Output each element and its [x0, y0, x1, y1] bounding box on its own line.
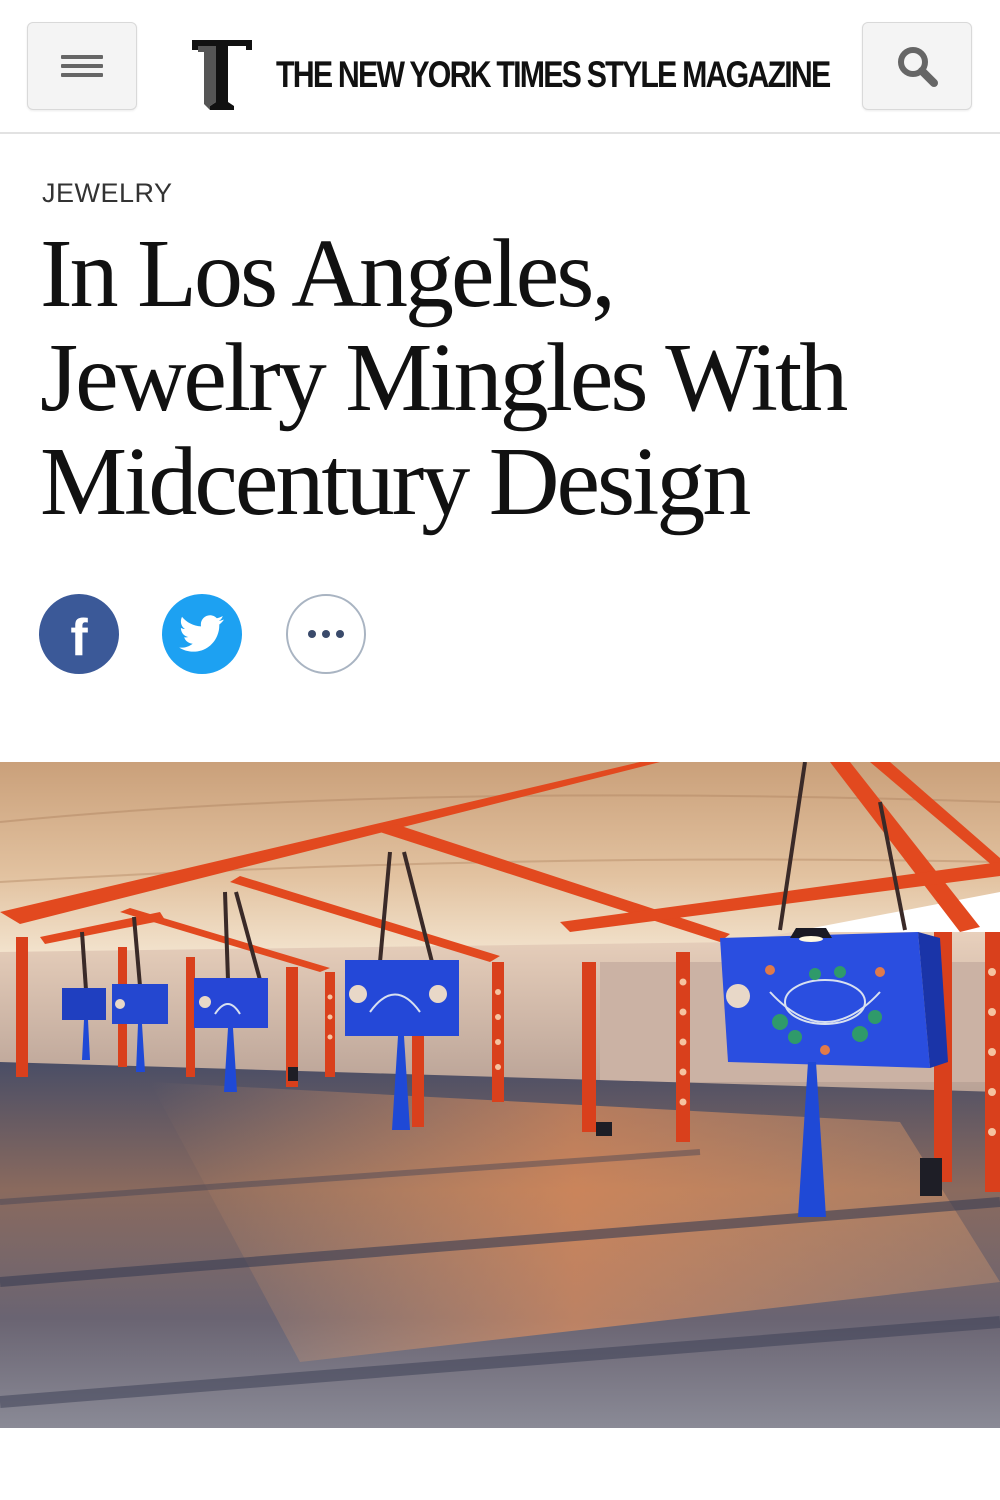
menu-button[interactable] — [27, 22, 137, 110]
section-kicker[interactable]: JEWELRY — [42, 178, 173, 209]
site-header: THE NEW YORK TIMES STYLE MAGAZINE — [0, 0, 1000, 134]
search-button[interactable] — [862, 22, 972, 110]
t-logo-icon[interactable] — [188, 34, 256, 112]
facebook-icon: f — [70, 609, 88, 667]
masthead-title[interactable]: THE NEW YORK TIMES STYLE MAGAZINE — [276, 52, 831, 98]
article-page: THE NEW YORK TIMES STYLE MAGAZINE JEWELR… — [0, 0, 1000, 1500]
hamburger-menu-icon — [61, 55, 103, 77]
article-headline: In Los Angeles, Jewelry Mingles With Mid… — [40, 222, 980, 534]
more-dots-icon — [308, 630, 344, 638]
search-icon — [898, 47, 938, 87]
headline-line: Jewelry Mingles With — [40, 324, 848, 432]
more-share-button[interactable] — [286, 594, 366, 674]
hero-photo — [0, 762, 1000, 1428]
twitter-bird-icon — [179, 615, 225, 652]
facebook-share-button[interactable]: f — [39, 594, 119, 674]
twitter-share-button[interactable] — [162, 594, 242, 674]
hero-photo-image — [0, 762, 1000, 1428]
headline-line: In Los Angeles, — [40, 220, 616, 328]
headline-line: Midcentury Design — [40, 428, 751, 536]
